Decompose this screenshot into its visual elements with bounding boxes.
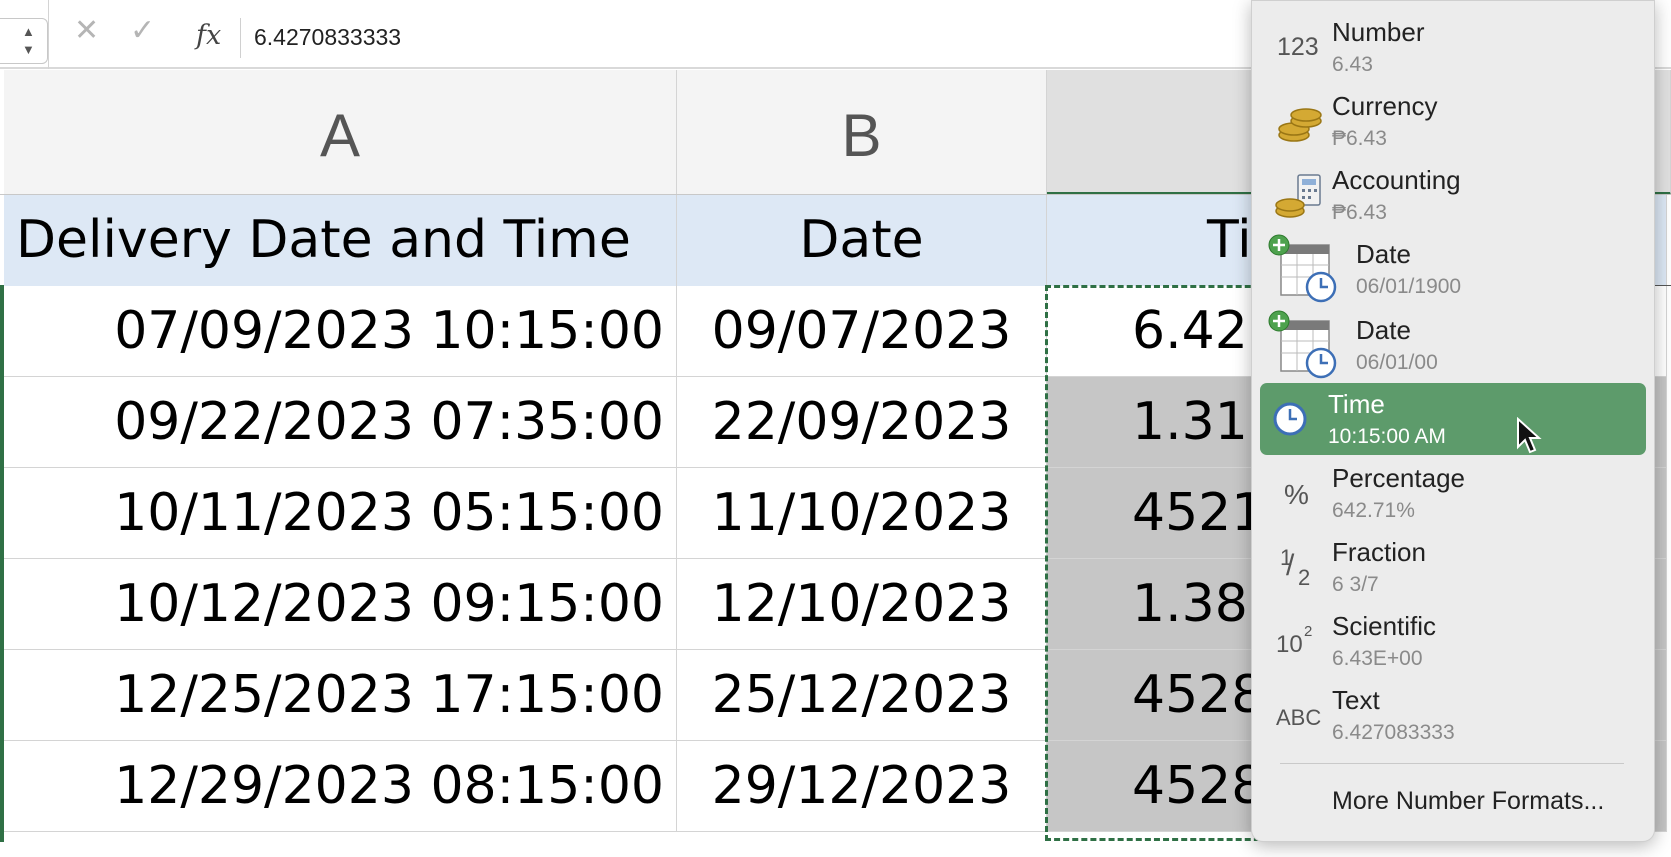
more-number-formats-item[interactable]: More Number Formats...: [1332, 787, 1604, 816]
header-cell-delivery[interactable]: Delivery Date and Time: [4, 195, 677, 286]
formula-input[interactable]: 6.4270833333: [254, 24, 401, 51]
calendar-clock-icon: [1268, 310, 1337, 379]
cell-b[interactable]: 12/10/2023: [677, 559, 1047, 650]
cell-a[interactable]: 10/12/2023 09:15:00: [4, 559, 677, 650]
cell-b[interactable]: 29/12/2023: [677, 741, 1047, 832]
menu-item-accounting[interactable]: Accounting ₱6.43: [1260, 159, 1646, 231]
scientific-icon: 10 2: [1276, 623, 1313, 658]
percent-icon: %: [1284, 479, 1309, 510]
clock-icon: [1273, 402, 1307, 436]
number-format-menu: 123 Number 6.43 Currency ₱6.43 Accountin…: [1251, 0, 1655, 842]
menu-item-fraction[interactable]: 1 / 2 Fraction 6 3/7: [1260, 531, 1646, 603]
coins-icon: [1278, 108, 1322, 142]
number-123-icon: 123: [1277, 33, 1319, 61]
cell-b[interactable]: 09/07/2023: [677, 286, 1047, 377]
cell-b[interactable]: 22/09/2023: [677, 377, 1047, 468]
menu-item-date-short[interactable]: Date 06/01/00: [1260, 309, 1646, 381]
cell-b[interactable]: 25/12/2023: [677, 650, 1047, 741]
cancel-icon[interactable]: ✕: [74, 16, 99, 46]
column-header-b[interactable]: B: [677, 70, 1047, 195]
menu-item-number[interactable]: 123 Number 6.43: [1260, 11, 1646, 83]
coins-calculator-icon: [1275, 174, 1321, 218]
menu-item-time[interactable]: Time 10:15:00 AM: [1260, 383, 1646, 455]
name-box-stepper[interactable]: ▲ ▼: [0, 18, 48, 64]
abc-text-icon: ABC: [1276, 705, 1322, 730]
down-arrow-icon[interactable]: ▼: [22, 43, 35, 56]
cell-a[interactable]: 07/09/2023 10:15:00: [4, 286, 677, 377]
menu-item-date-long[interactable]: Date 06/01/1900: [1260, 233, 1646, 305]
cell-a[interactable]: 10/11/2023 05:15:00: [4, 468, 677, 559]
menu-item-percentage[interactable]: % Percentage 642.71%: [1260, 457, 1646, 529]
enter-check-icon[interactable]: ✓: [130, 16, 155, 46]
fraction-icon: 1 / 2: [1280, 545, 1311, 590]
menu-item-currency[interactable]: Currency ₱6.43: [1260, 85, 1646, 157]
insert-function-icon[interactable]: fx: [196, 20, 221, 51]
cell-a[interactable]: 12/29/2023 08:15:00: [4, 741, 677, 832]
cell-a[interactable]: 12/25/2023 17:15:00: [4, 650, 677, 741]
menu-separator: [1280, 763, 1624, 764]
calendar-clock-icon: [1268, 234, 1337, 303]
cell-b[interactable]: 11/10/2023: [677, 468, 1047, 559]
formula-bar-divider: [48, 0, 49, 69]
cell-a[interactable]: 09/22/2023 07:35:00: [4, 377, 677, 468]
menu-item-text[interactable]: ABC Text 6.427083333: [1260, 679, 1646, 751]
header-cell-date[interactable]: Date: [677, 195, 1047, 286]
fx-divider: [240, 18, 241, 58]
selection-edge-line: [0, 285, 4, 842]
column-header-a[interactable]: A: [4, 70, 677, 195]
up-arrow-icon[interactable]: ▲: [22, 25, 35, 38]
menu-item-scientific[interactable]: 10 2 Scientific 6.43E+00: [1260, 605, 1646, 677]
mouse-pointer-icon: [1517, 417, 1542, 454]
